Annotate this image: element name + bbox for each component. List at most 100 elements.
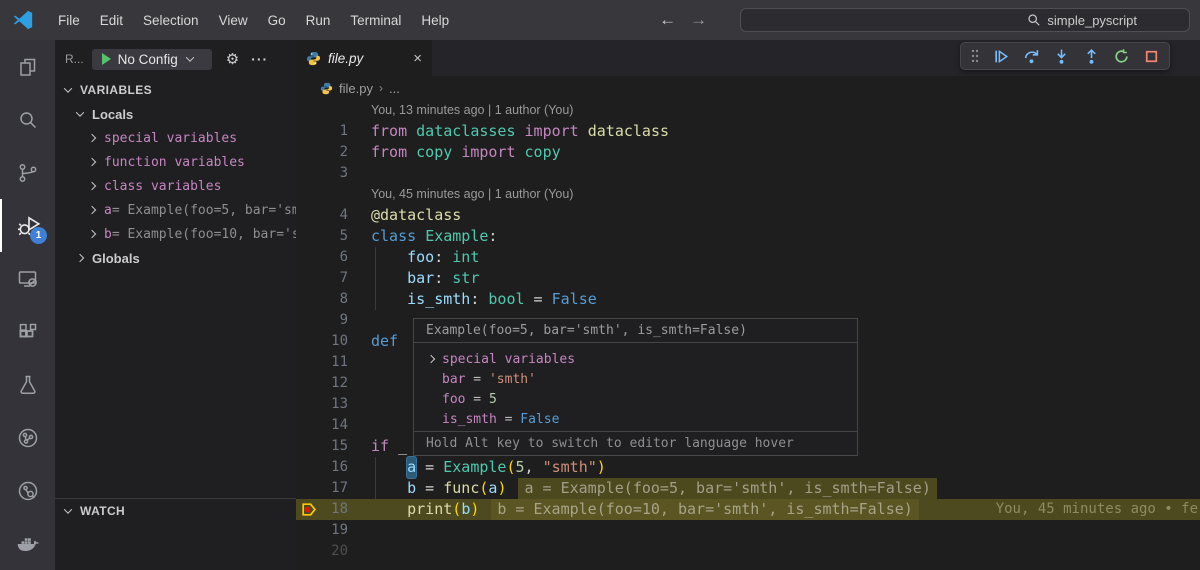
menu-view[interactable]: View bbox=[209, 9, 258, 32]
tab-file-py[interactable]: file.py × bbox=[296, 40, 432, 76]
breadcrumb-symbol[interactable]: ... bbox=[389, 81, 400, 96]
code-token: : bbox=[470, 290, 489, 308]
continue-button[interactable] bbox=[993, 48, 1010, 65]
codelens[interactable]: You, 13 minutes ago | 1 author (You) bbox=[358, 100, 573, 121]
line-number: 1 bbox=[339, 123, 348, 139]
gutter[interactable]: 5 bbox=[296, 226, 358, 247]
code-line[interactable] bbox=[358, 520, 1200, 541]
code-row-18: 18 print(b) b = Example(foo=10, bar='smth… bbox=[296, 499, 1200, 520]
gutter[interactable]: 20 bbox=[296, 541, 358, 562]
gutter[interactable]: 7 bbox=[296, 268, 358, 289]
tree-item-b[interactable]: b = Example(foo=10, bar='s… bbox=[55, 222, 296, 246]
codelens[interactable]: You, 45 minutes ago | 1 author (You) bbox=[358, 184, 573, 205]
gear-icon[interactable]: ⚙ bbox=[226, 50, 239, 68]
breadcrumb-file[interactable]: file.py bbox=[339, 81, 373, 96]
more-actions-icon[interactable]: ··· bbox=[251, 51, 268, 67]
code-token: ) bbox=[497, 479, 507, 497]
menu-edit[interactable]: Edit bbox=[90, 9, 133, 32]
tree-item-special-variables[interactable]: special variables bbox=[55, 126, 296, 150]
code-line[interactable]: class Example: bbox=[358, 226, 1200, 247]
gutter[interactable] bbox=[296, 100, 358, 121]
restart-button[interactable] bbox=[1113, 48, 1130, 65]
tooltip-row[interactable]: foo = 5 bbox=[414, 389, 857, 409]
vscode-logo-icon bbox=[13, 10, 33, 30]
code-line[interactable]: b = func(a) a = Example(foo=5, bar='smth'… bbox=[358, 478, 1200, 499]
start-debug-icon[interactable] bbox=[101, 53, 111, 65]
code-line[interactable]: from dataclasses import dataclass bbox=[358, 121, 1200, 142]
run-and-debug-icon[interactable]: 1 bbox=[0, 199, 55, 252]
gutter[interactable]: 15 bbox=[296, 436, 358, 457]
tree-item-locals[interactable]: Locals bbox=[55, 102, 296, 126]
watch-header[interactable]: WATCH bbox=[55, 499, 296, 523]
code-token: : bbox=[488, 227, 498, 245]
gutter[interactable]: 3 bbox=[296, 163, 358, 184]
step-into-button[interactable] bbox=[1053, 48, 1070, 65]
close-icon[interactable]: × bbox=[413, 50, 422, 67]
search-box[interactable]: simple_pyscript bbox=[740, 8, 1190, 32]
current-line-arrow-breakpoint-icon bbox=[302, 503, 316, 516]
tree-label: function variables bbox=[104, 154, 245, 170]
tree-item-variables[interactable]: VARIABLES bbox=[55, 78, 296, 102]
menu-help[interactable]: Help bbox=[411, 9, 459, 32]
step-out-button[interactable] bbox=[1083, 48, 1100, 65]
code-line[interactable]: a = Example(5, "smth") bbox=[358, 457, 1200, 478]
search-view-icon[interactable] bbox=[0, 93, 55, 146]
gutter[interactable]: 4 bbox=[296, 205, 358, 226]
stop-button[interactable] bbox=[1143, 48, 1160, 65]
drag-handle-icon[interactable] bbox=[970, 48, 980, 64]
gutter[interactable]: 10 bbox=[296, 331, 358, 352]
gutter[interactable]: 6 bbox=[296, 247, 358, 268]
docker-icon[interactable] bbox=[0, 517, 55, 570]
remote-explorer-icon[interactable] bbox=[0, 252, 55, 305]
tooltip-header: Example(foo=5, bar='smth', is_smth=False… bbox=[414, 319, 857, 343]
gutter[interactable]: 2 bbox=[296, 142, 358, 163]
tree-item-globals[interactable]: Globals bbox=[55, 246, 296, 270]
gutter[interactable]: 9 bbox=[296, 310, 358, 331]
gutter[interactable]: 8 bbox=[296, 289, 358, 310]
step-over-button[interactable] bbox=[1023, 48, 1040, 65]
code-line[interactable]: is_smth: bool = False bbox=[358, 289, 1200, 310]
code-inspect-icon[interactable] bbox=[0, 464, 55, 517]
gutter[interactable]: 13 bbox=[296, 394, 358, 415]
gutter[interactable]: 12 bbox=[296, 373, 358, 394]
breadcrumb[interactable]: file.py › ... bbox=[296, 76, 1200, 100]
code-line[interactable]: foo: int bbox=[358, 247, 1200, 268]
code-token: str bbox=[452, 269, 480, 287]
tooltip-row[interactable]: special variables bbox=[414, 349, 857, 369]
extensions-icon[interactable] bbox=[0, 305, 55, 358]
menu-go[interactable]: Go bbox=[258, 9, 296, 32]
gutter[interactable]: 11 bbox=[296, 352, 358, 373]
tooltip-row[interactable]: is_smth = False bbox=[414, 409, 857, 429]
gutter[interactable]: 16 bbox=[296, 457, 358, 478]
gutter[interactable]: 18 bbox=[296, 499, 358, 520]
menu-selection[interactable]: Selection bbox=[133, 9, 209, 32]
tree-item-class-variables[interactable]: class variables bbox=[55, 174, 296, 198]
back-button[interactable]: ← bbox=[659, 10, 676, 30]
line-number: 5 bbox=[339, 228, 348, 244]
tree-item-a[interactable]: a = Example(foo=5, bar='sm… bbox=[55, 198, 296, 222]
code-line[interactable]: bar: str bbox=[358, 268, 1200, 289]
testing-icon[interactable] bbox=[0, 358, 55, 411]
source-control-icon[interactable] bbox=[0, 146, 55, 199]
launch-config-dropdown[interactable]: No Config bbox=[91, 48, 212, 70]
menu-file[interactable]: File bbox=[48, 9, 90, 32]
git-graph-icon[interactable] bbox=[0, 411, 55, 464]
chevron-right-icon bbox=[75, 253, 85, 263]
code-line[interactable]: @dataclass bbox=[358, 205, 1200, 226]
code-line[interactable] bbox=[358, 163, 1200, 184]
code-line[interactable]: print(b) b = Example(foo=10, bar='smth', … bbox=[358, 499, 1200, 520]
gutter[interactable]: 14 bbox=[296, 415, 358, 436]
gutter[interactable]: 19 bbox=[296, 520, 358, 541]
menu-run[interactable]: Run bbox=[296, 9, 341, 32]
forward-button[interactable]: → bbox=[690, 10, 707, 30]
explorer-icon[interactable] bbox=[0, 40, 55, 93]
code-line[interactable] bbox=[358, 541, 1200, 562]
gutter[interactable]: 17 bbox=[296, 478, 358, 499]
tooltip-row[interactable]: bar = 'smth' bbox=[414, 369, 857, 389]
menu-terminal[interactable]: Terminal bbox=[340, 9, 411, 32]
code-line[interactable]: from copy import copy bbox=[358, 142, 1200, 163]
tree-item-function-variables[interactable]: function variables bbox=[55, 150, 296, 174]
gutter[interactable]: 1 bbox=[296, 121, 358, 142]
gutter[interactable] bbox=[296, 184, 358, 205]
